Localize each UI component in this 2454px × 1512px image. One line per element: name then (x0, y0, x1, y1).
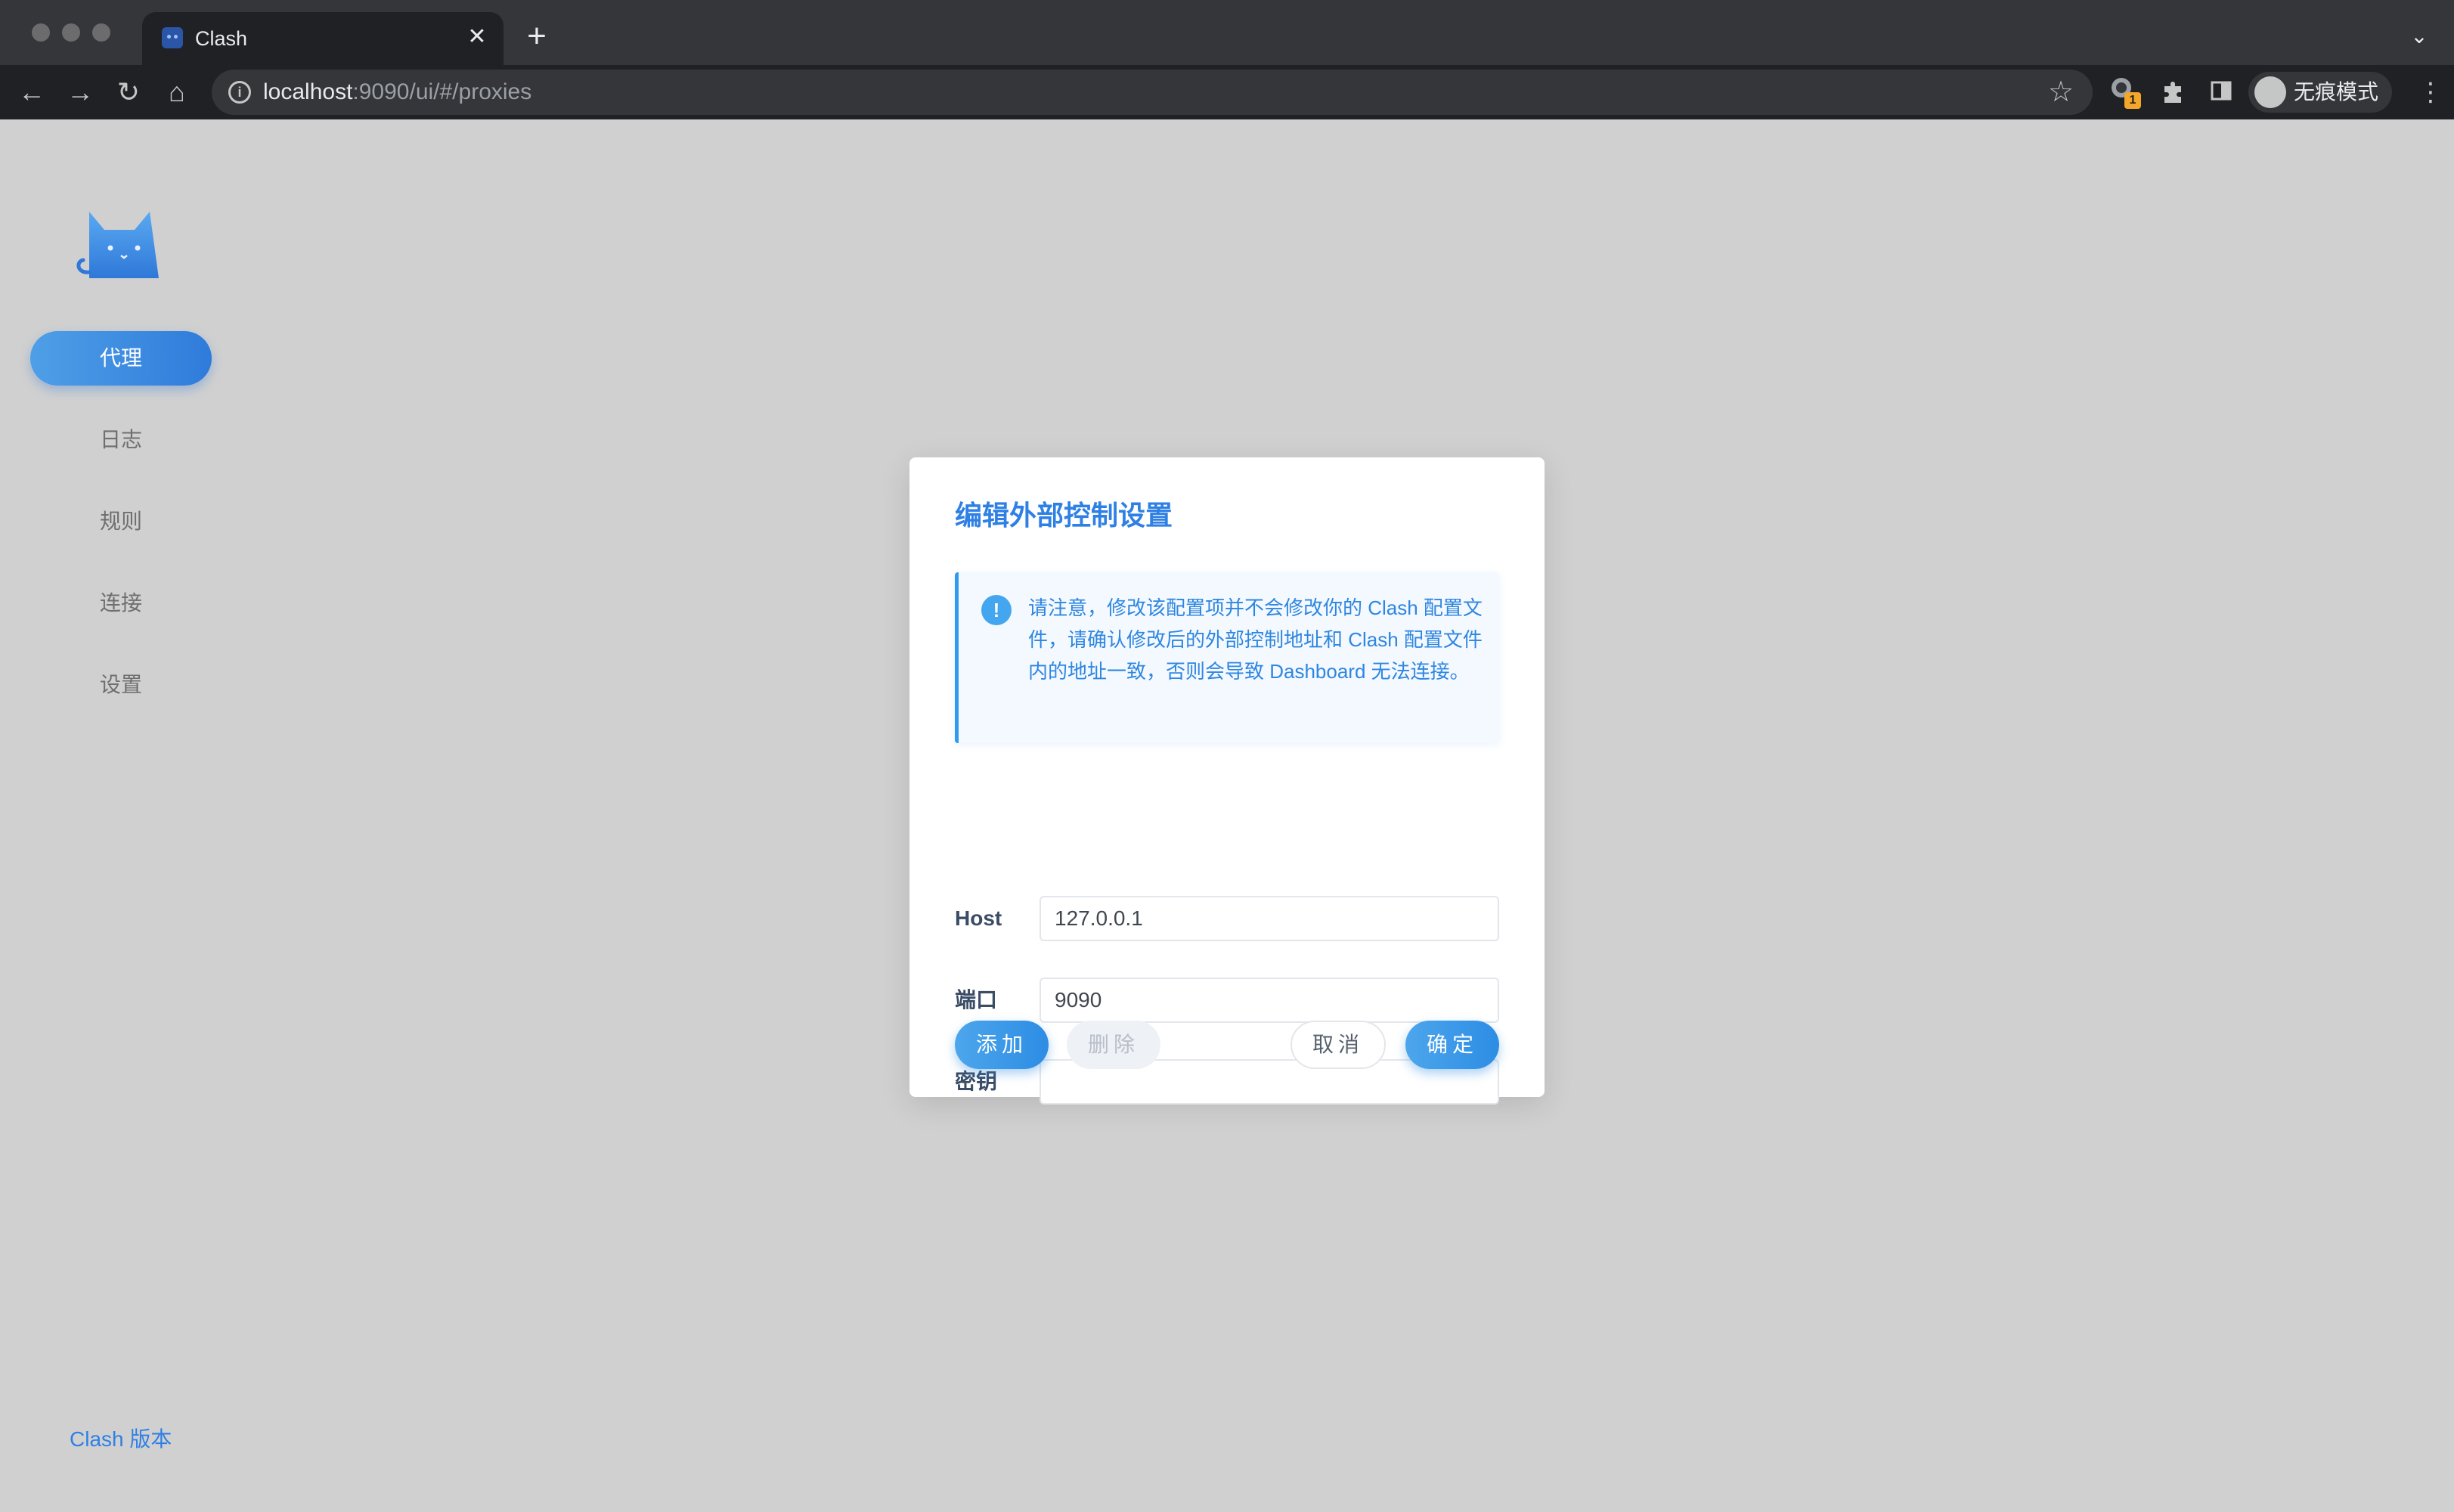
info-exclamation-icon: ! (981, 595, 1012, 625)
address-bar[interactable]: i localhost:9090/ui/#/proxies ☆ (212, 70, 2093, 115)
clash-version-link[interactable]: Clash 版本 (70, 1426, 172, 1453)
url-path: :9090/ui/#/proxies (352, 79, 532, 104)
browser-titlebar: Clash ✕ + ⌄ (0, 0, 2454, 65)
cancel-button[interactable]: 取消 (1291, 1021, 1386, 1069)
browser-toolbar: ← → ↻ ⌂ i localhost:9090/ui/#/proxies ☆ … (0, 65, 2454, 119)
new-tab-icon[interactable]: + (519, 18, 555, 54)
back-arrow-icon[interactable]: ← (11, 71, 53, 113)
site-info-icon[interactable]: i (228, 81, 251, 104)
browser-tab[interactable]: Clash ✕ (142, 12, 504, 65)
reload-icon[interactable]: ↻ (107, 71, 150, 113)
host-input[interactable] (1040, 896, 1499, 941)
tab-search-chevron-icon[interactable]: ⌄ (2404, 21, 2434, 51)
port-input[interactable] (1040, 978, 1499, 1023)
browser-menu-icon[interactable]: ⋮ (2418, 76, 2443, 109)
secret-label: 密钥 (955, 1070, 998, 1093)
incognito-indicator[interactable]: 无痕模式 (2248, 72, 2392, 113)
external-controller-dialog: 编辑外部控制设置 ! 请注意，修改该配置项并不会修改你的 Clash 配置文件，… (909, 457, 1545, 1105)
tab-title: Clash (195, 27, 248, 50)
side-panel-icon[interactable] (2206, 76, 2239, 109)
add-button[interactable]: 添加 (955, 1021, 1049, 1069)
window-close-control[interactable] (32, 23, 50, 42)
dialog-title: 编辑外部控制设置 (955, 500, 1173, 531)
host-label: Host (955, 906, 1002, 930)
sidebar-item-proxies[interactable]: 代理 (30, 331, 212, 386)
bookmark-star-icon[interactable]: ☆ (2044, 76, 2078, 109)
sidebar-item-logs[interactable]: 日志 (30, 413, 212, 467)
url-text[interactable]: localhost:9090/ui/#/proxies (263, 79, 531, 106)
forward-arrow-icon[interactable]: → (59, 71, 101, 113)
clash-cat-logo-icon (76, 212, 159, 278)
delete-button[interactable]: 删除 (1067, 1021, 1160, 1069)
extension-icon[interactable]: 1 (2109, 76, 2143, 109)
port-label: 端口 (955, 988, 998, 1012)
extension-badge: 1 (2124, 92, 2141, 109)
sidebar-item-rules[interactable]: 规则 (30, 494, 212, 549)
home-icon[interactable]: ⌂ (156, 71, 198, 113)
incognito-icon (2254, 76, 2286, 108)
window-zoom-control[interactable] (92, 23, 110, 42)
confirm-button[interactable]: 确定 (1405, 1021, 1499, 1069)
window-minimize-control[interactable] (62, 23, 80, 42)
extensions-puzzle-icon[interactable] (2158, 76, 2192, 109)
alert-message: 请注意，修改该配置项并不会修改你的 Clash 配置文件，请确认修改后的外部控制… (1028, 596, 1483, 683)
clash-favicon-icon (162, 27, 183, 48)
incognito-label: 无痕模式 (2294, 80, 2379, 104)
sidebar-item-connections[interactable]: 连接 (30, 576, 212, 631)
warning-alert: ! 请注意，修改该配置项并不会修改你的 Clash 配置文件，请确认修改后的外部… (955, 572, 1499, 743)
url-host: localhost (263, 79, 353, 104)
sidebar-item-settings[interactable]: 设置 (30, 658, 212, 712)
page-content: 代理 日志 规则 连接 设置 Clash 版本 编辑外部控制设置 ! 请注意，修… (0, 119, 2454, 1512)
tab-close-icon[interactable]: ✕ (461, 21, 493, 53)
